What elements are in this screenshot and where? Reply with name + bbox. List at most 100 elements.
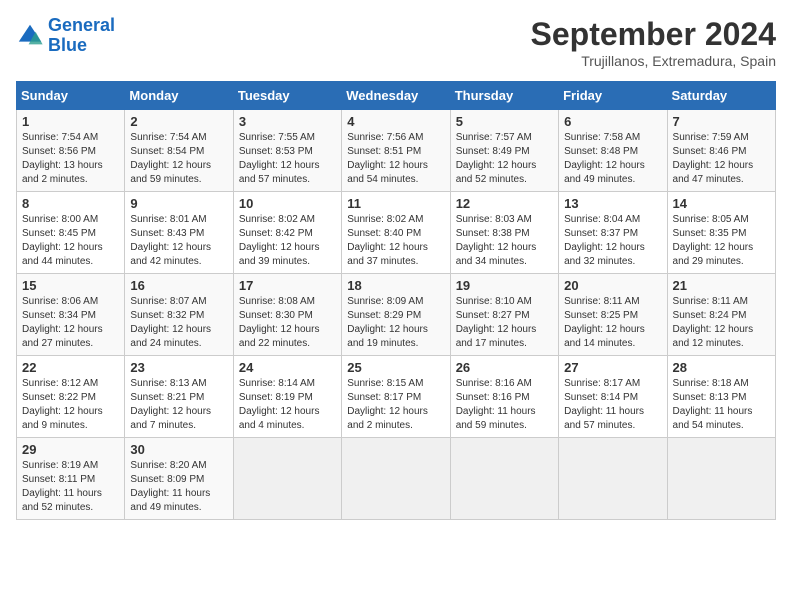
day-number: 6: [564, 114, 661, 129]
month-title: September 2024: [531, 16, 776, 53]
col-header-tuesday: Tuesday: [233, 82, 341, 110]
calendar-cell: 5 Sunrise: 7:57 AMSunset: 8:49 PMDayligh…: [450, 110, 558, 192]
day-number: 8: [22, 196, 119, 211]
cell-info: Sunrise: 8:15 AMSunset: 8:17 PMDaylight:…: [347, 378, 428, 431]
cell-info: Sunrise: 8:17 AMSunset: 8:14 PMDaylight:…: [564, 378, 644, 431]
day-number: 12: [456, 196, 553, 211]
cell-info: Sunrise: 8:09 AMSunset: 8:29 PMDaylight:…: [347, 296, 428, 349]
logo-icon: [16, 22, 44, 50]
calendar-cell: [450, 438, 558, 520]
location: Trujillanos, Extremadura, Spain: [531, 53, 776, 69]
day-number: 28: [673, 360, 770, 375]
calendar-cell: 26 Sunrise: 8:16 AMSunset: 8:16 PMDaylig…: [450, 356, 558, 438]
week-row-4: 22 Sunrise: 8:12 AMSunset: 8:22 PMDaylig…: [17, 356, 776, 438]
day-number: 15: [22, 278, 119, 293]
cell-info: Sunrise: 8:01 AMSunset: 8:43 PMDaylight:…: [130, 214, 211, 267]
day-number: 29: [22, 442, 119, 457]
day-number: 17: [239, 278, 336, 293]
cell-info: Sunrise: 8:20 AMSunset: 8:09 PMDaylight:…: [130, 460, 210, 513]
day-number: 22: [22, 360, 119, 375]
cell-info: Sunrise: 8:11 AMSunset: 8:24 PMDaylight:…: [673, 296, 754, 349]
title-block: September 2024 Trujillanos, Extremadura,…: [531, 16, 776, 69]
day-number: 4: [347, 114, 444, 129]
day-number: 13: [564, 196, 661, 211]
cell-info: Sunrise: 8:03 AMSunset: 8:38 PMDaylight:…: [456, 214, 537, 267]
calendar-cell: [667, 438, 775, 520]
cell-info: Sunrise: 8:08 AMSunset: 8:30 PMDaylight:…: [239, 296, 320, 349]
cell-info: Sunrise: 8:12 AMSunset: 8:22 PMDaylight:…: [22, 378, 103, 431]
calendar-cell: 11 Sunrise: 8:02 AMSunset: 8:40 PMDaylig…: [342, 192, 450, 274]
calendar-cell: 18 Sunrise: 8:09 AMSunset: 8:29 PMDaylig…: [342, 274, 450, 356]
calendar-cell: 21 Sunrise: 8:11 AMSunset: 8:24 PMDaylig…: [667, 274, 775, 356]
header-row: SundayMondayTuesdayWednesdayThursdayFrid…: [17, 82, 776, 110]
week-row-3: 15 Sunrise: 8:06 AMSunset: 8:34 PMDaylig…: [17, 274, 776, 356]
cell-info: Sunrise: 8:10 AMSunset: 8:27 PMDaylight:…: [456, 296, 537, 349]
day-number: 21: [673, 278, 770, 293]
calendar-cell: 4 Sunrise: 7:56 AMSunset: 8:51 PMDayligh…: [342, 110, 450, 192]
calendar-cell: 22 Sunrise: 8:12 AMSunset: 8:22 PMDaylig…: [17, 356, 125, 438]
week-row-1: 1 Sunrise: 7:54 AMSunset: 8:56 PMDayligh…: [17, 110, 776, 192]
col-header-saturday: Saturday: [667, 82, 775, 110]
calendar-cell: 13 Sunrise: 8:04 AMSunset: 8:37 PMDaylig…: [559, 192, 667, 274]
cell-info: Sunrise: 7:54 AMSunset: 8:56 PMDaylight:…: [22, 132, 103, 185]
calendar-cell: 19 Sunrise: 8:10 AMSunset: 8:27 PMDaylig…: [450, 274, 558, 356]
calendar-table: SundayMondayTuesdayWednesdayThursdayFrid…: [16, 81, 776, 520]
cell-info: Sunrise: 8:16 AMSunset: 8:16 PMDaylight:…: [456, 378, 536, 431]
cell-info: Sunrise: 7:55 AMSunset: 8:53 PMDaylight:…: [239, 132, 320, 185]
cell-info: Sunrise: 8:02 AMSunset: 8:42 PMDaylight:…: [239, 214, 320, 267]
cell-info: Sunrise: 8:04 AMSunset: 8:37 PMDaylight:…: [564, 214, 645, 267]
calendar-cell: 7 Sunrise: 7:59 AMSunset: 8:46 PMDayligh…: [667, 110, 775, 192]
calendar-cell: 6 Sunrise: 7:58 AMSunset: 8:48 PMDayligh…: [559, 110, 667, 192]
cell-info: Sunrise: 7:54 AMSunset: 8:54 PMDaylight:…: [130, 132, 211, 185]
cell-info: Sunrise: 7:58 AMSunset: 8:48 PMDaylight:…: [564, 132, 645, 185]
day-number: 9: [130, 196, 227, 211]
calendar-cell: 30 Sunrise: 8:20 AMSunset: 8:09 PMDaylig…: [125, 438, 233, 520]
calendar-cell: 23 Sunrise: 8:13 AMSunset: 8:21 PMDaylig…: [125, 356, 233, 438]
calendar-cell: [233, 438, 341, 520]
cell-info: Sunrise: 8:19 AMSunset: 8:11 PMDaylight:…: [22, 460, 102, 513]
calendar-cell: 25 Sunrise: 8:15 AMSunset: 8:17 PMDaylig…: [342, 356, 450, 438]
day-number: 26: [456, 360, 553, 375]
day-number: 30: [130, 442, 227, 457]
calendar-cell: 1 Sunrise: 7:54 AMSunset: 8:56 PMDayligh…: [17, 110, 125, 192]
calendar-cell: 24 Sunrise: 8:14 AMSunset: 8:19 PMDaylig…: [233, 356, 341, 438]
day-number: 23: [130, 360, 227, 375]
calendar-cell: 15 Sunrise: 8:06 AMSunset: 8:34 PMDaylig…: [17, 274, 125, 356]
calendar-cell: 28 Sunrise: 8:18 AMSunset: 8:13 PMDaylig…: [667, 356, 775, 438]
page-header: General Blue September 2024 Trujillanos,…: [16, 16, 776, 69]
calendar-cell: 3 Sunrise: 7:55 AMSunset: 8:53 PMDayligh…: [233, 110, 341, 192]
day-number: 3: [239, 114, 336, 129]
calendar-cell: 9 Sunrise: 8:01 AMSunset: 8:43 PMDayligh…: [125, 192, 233, 274]
day-number: 2: [130, 114, 227, 129]
logo: General Blue: [16, 16, 115, 56]
week-row-2: 8 Sunrise: 8:00 AMSunset: 8:45 PMDayligh…: [17, 192, 776, 274]
calendar-cell: [342, 438, 450, 520]
cell-info: Sunrise: 8:02 AMSunset: 8:40 PMDaylight:…: [347, 214, 428, 267]
cell-info: Sunrise: 7:57 AMSunset: 8:49 PMDaylight:…: [456, 132, 537, 185]
cell-info: Sunrise: 8:05 AMSunset: 8:35 PMDaylight:…: [673, 214, 754, 267]
calendar-cell: 2 Sunrise: 7:54 AMSunset: 8:54 PMDayligh…: [125, 110, 233, 192]
logo-line2: Blue: [48, 35, 87, 55]
calendar-cell: [559, 438, 667, 520]
day-number: 20: [564, 278, 661, 293]
day-number: 24: [239, 360, 336, 375]
day-number: 7: [673, 114, 770, 129]
cell-info: Sunrise: 8:00 AMSunset: 8:45 PMDaylight:…: [22, 214, 103, 267]
calendar-cell: 14 Sunrise: 8:05 AMSunset: 8:35 PMDaylig…: [667, 192, 775, 274]
day-number: 5: [456, 114, 553, 129]
day-number: 19: [456, 278, 553, 293]
day-number: 11: [347, 196, 444, 211]
col-header-wednesday: Wednesday: [342, 82, 450, 110]
cell-info: Sunrise: 8:18 AMSunset: 8:13 PMDaylight:…: [673, 378, 753, 431]
col-header-monday: Monday: [125, 82, 233, 110]
day-number: 10: [239, 196, 336, 211]
col-header-thursday: Thursday: [450, 82, 558, 110]
cell-info: Sunrise: 8:06 AMSunset: 8:34 PMDaylight:…: [22, 296, 103, 349]
week-row-5: 29 Sunrise: 8:19 AMSunset: 8:11 PMDaylig…: [17, 438, 776, 520]
day-number: 16: [130, 278, 227, 293]
calendar-cell: 17 Sunrise: 8:08 AMSunset: 8:30 PMDaylig…: [233, 274, 341, 356]
cell-info: Sunrise: 8:14 AMSunset: 8:19 PMDaylight:…: [239, 378, 320, 431]
day-number: 1: [22, 114, 119, 129]
calendar-cell: 20 Sunrise: 8:11 AMSunset: 8:25 PMDaylig…: [559, 274, 667, 356]
cell-info: Sunrise: 8:11 AMSunset: 8:25 PMDaylight:…: [564, 296, 645, 349]
